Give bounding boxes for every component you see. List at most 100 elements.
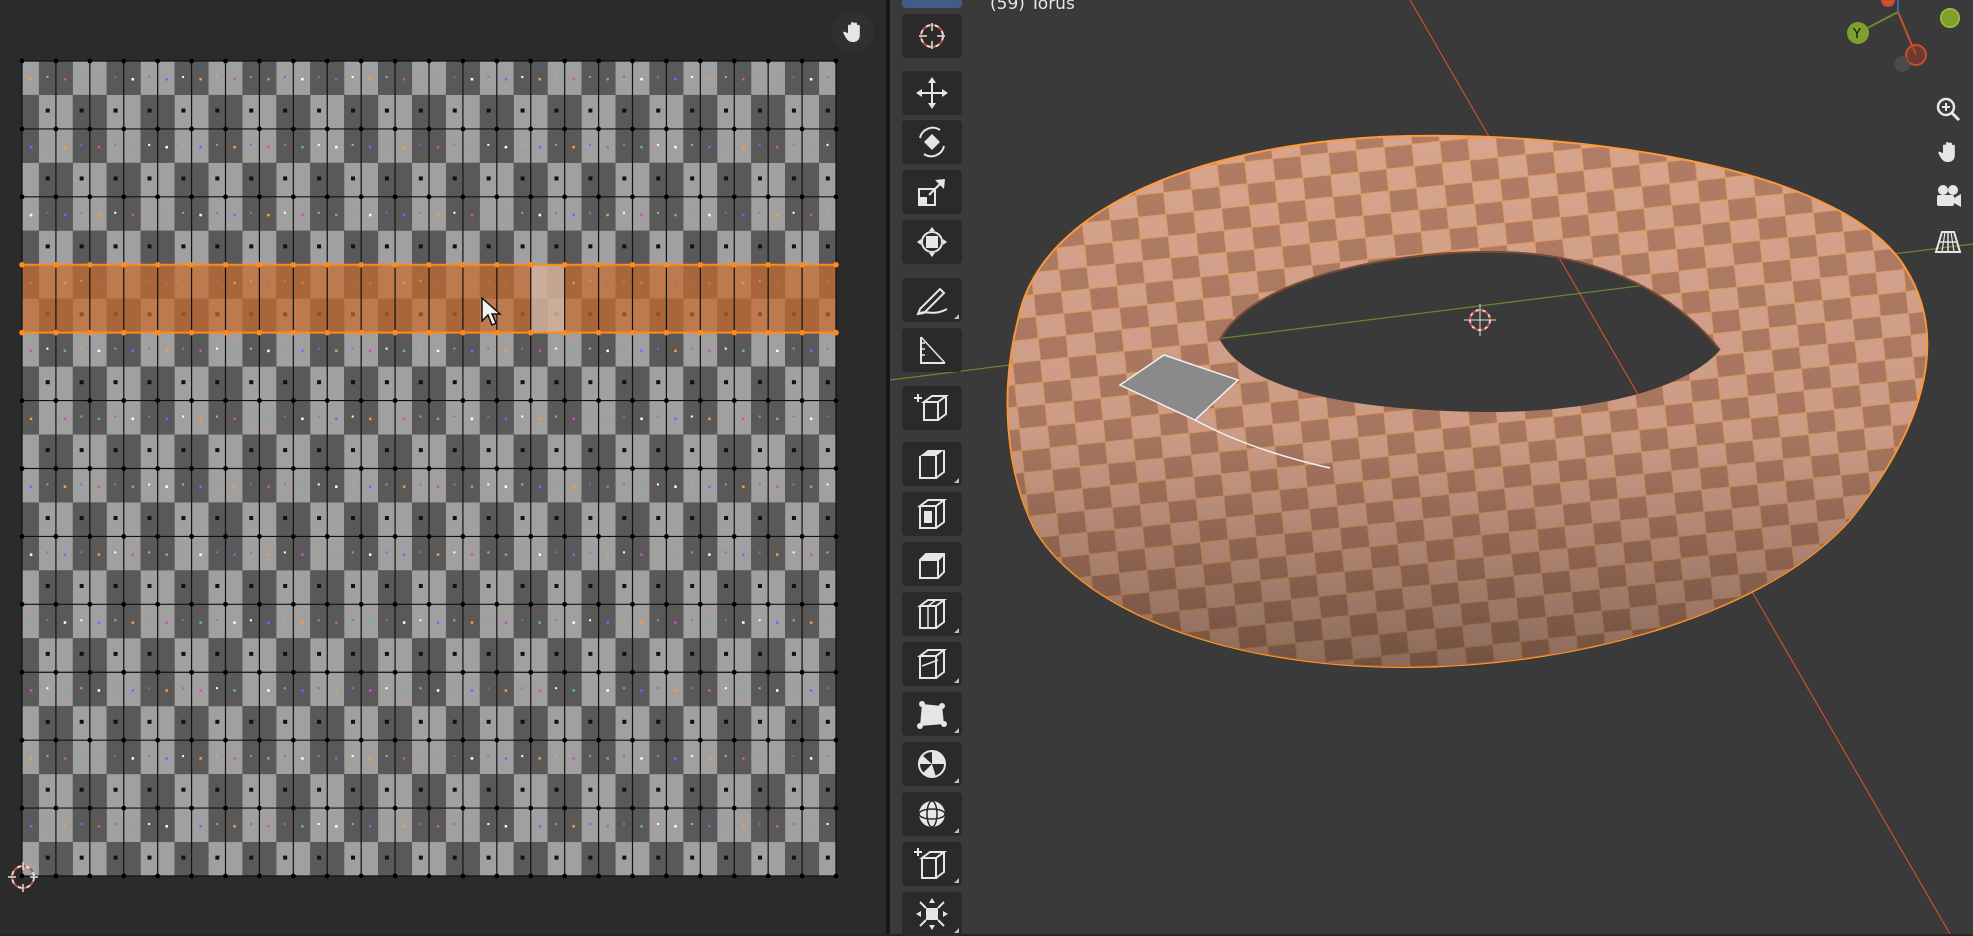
uv-face[interactable] xyxy=(734,672,769,741)
uv-vertex[interactable] xyxy=(630,601,635,607)
uv-vertex[interactable] xyxy=(561,261,568,268)
inset-tool[interactable] xyxy=(902,492,962,536)
uv-face[interactable] xyxy=(293,536,328,605)
uv-vertex[interactable] xyxy=(223,58,228,64)
uv-face[interactable] xyxy=(564,61,599,129)
uv-vertex[interactable] xyxy=(664,669,669,675)
uv-face[interactable] xyxy=(395,61,429,129)
uv-face[interactable] xyxy=(734,468,769,537)
uv-face[interactable] xyxy=(768,468,803,537)
uv-face[interactable] xyxy=(123,468,158,537)
uv-face[interactable] xyxy=(123,672,158,741)
uv-face[interactable] xyxy=(768,196,803,265)
uv-vertex[interactable] xyxy=(53,534,59,539)
uv-vertex[interactable] xyxy=(155,601,161,607)
uv-vertex[interactable] xyxy=(799,737,805,743)
uv-vertex[interactable] xyxy=(223,601,228,607)
uv-face[interactable] xyxy=(22,400,56,469)
uv-face[interactable] xyxy=(700,672,735,741)
uv-face[interactable] xyxy=(496,468,531,537)
uv-vertex[interactable] xyxy=(223,805,228,811)
uv-face[interactable] xyxy=(259,468,294,537)
uv-vertex[interactable] xyxy=(697,805,703,811)
uv-face[interactable] xyxy=(55,536,90,605)
uv-face[interactable] xyxy=(361,400,396,469)
uv-face[interactable] xyxy=(700,196,735,265)
uv-face[interactable] xyxy=(462,672,497,741)
uv-vertex[interactable] xyxy=(324,669,330,675)
uv-vertex[interactable] xyxy=(799,329,805,336)
uv-face[interactable] xyxy=(462,400,497,469)
uv-face[interactable] xyxy=(598,536,633,605)
uv-vertex[interactable] xyxy=(290,398,296,403)
uv-face[interactable] xyxy=(55,672,90,741)
uv-vertex[interactable] xyxy=(528,805,534,811)
uv-face[interactable] xyxy=(632,808,667,876)
uv-vertex[interactable] xyxy=(630,669,635,675)
uv-vertex[interactable] xyxy=(562,737,568,743)
uv-vertex[interactable] xyxy=(527,329,534,336)
uv-vertex[interactable] xyxy=(223,534,228,539)
uv-face[interactable] xyxy=(462,536,497,605)
uv-vertex[interactable] xyxy=(257,398,262,403)
uv-face[interactable] xyxy=(293,808,328,876)
uv-face[interactable] xyxy=(225,61,260,129)
uv-face[interactable] xyxy=(429,468,463,537)
uv-vertex[interactable] xyxy=(663,329,670,336)
uv-face[interactable] xyxy=(395,128,429,197)
uv-face[interactable] xyxy=(55,128,90,197)
uv-face[interactable] xyxy=(89,332,124,401)
uv-face[interactable] xyxy=(361,808,396,876)
uv-vertex[interactable] xyxy=(189,58,194,64)
uv-vertex[interactable] xyxy=(19,466,25,471)
uv-face[interactable] xyxy=(564,740,599,809)
uv-face[interactable] xyxy=(327,468,362,537)
uv-face[interactable] xyxy=(225,808,260,876)
uv-vertex[interactable] xyxy=(460,805,466,811)
uv-vertex[interactable] xyxy=(120,329,127,336)
uv-vertex[interactable] xyxy=(392,873,398,879)
uv-vertex[interactable] xyxy=(358,58,364,64)
uv-vertex[interactable] xyxy=(257,601,262,607)
uv-face[interactable] xyxy=(462,61,497,129)
uv-vertex[interactable] xyxy=(731,534,737,539)
uv-vertex[interactable] xyxy=(358,805,364,811)
uv-face[interactable] xyxy=(666,196,701,265)
uv-vertex[interactable] xyxy=(596,194,601,200)
uv-face[interactable] xyxy=(666,61,701,129)
uv-vertex[interactable] xyxy=(53,466,59,471)
uv-vertex[interactable] xyxy=(189,805,194,811)
uv-face[interactable] xyxy=(327,128,362,197)
uv-face[interactable] xyxy=(157,332,192,401)
uv-vertex[interactable] xyxy=(833,398,839,403)
uv-vertex[interactable] xyxy=(290,737,296,743)
uv-vertex[interactable] xyxy=(494,126,500,132)
uv-vertex[interactable] xyxy=(765,669,771,675)
uv-vertex[interactable] xyxy=(799,58,805,64)
uv-vertex[interactable] xyxy=(392,58,398,64)
uv-vertex[interactable] xyxy=(19,58,25,64)
uv-face[interactable] xyxy=(530,332,565,401)
uv-vertex[interactable] xyxy=(426,805,432,811)
uv-vertex[interactable] xyxy=(460,466,466,471)
uv-face[interactable] xyxy=(225,400,260,469)
uv-vertex[interactable] xyxy=(53,398,59,403)
uv-vertex[interactable] xyxy=(426,329,432,336)
uv-face[interactable] xyxy=(361,536,396,605)
uv-vertex[interactable] xyxy=(460,601,466,607)
uv-face[interactable] xyxy=(734,536,769,605)
uv-vertex[interactable] xyxy=(19,669,25,675)
uv-face[interactable] xyxy=(598,672,633,741)
uv-vertex[interactable] xyxy=(596,534,601,539)
uv-vertex[interactable] xyxy=(392,261,398,268)
uv-vertex[interactable] xyxy=(358,534,364,539)
uv-vertex[interactable] xyxy=(257,194,262,200)
uv-vertex[interactable] xyxy=(53,58,59,64)
uv-vertex[interactable] xyxy=(324,873,330,879)
uv-vertex[interactable] xyxy=(799,873,805,879)
uv-face[interactable] xyxy=(89,468,124,537)
uv-face[interactable] xyxy=(768,400,803,469)
uv-vertex[interactable] xyxy=(765,873,771,879)
uv-face[interactable] xyxy=(395,332,429,401)
uv-vertex[interactable] xyxy=(189,873,194,879)
